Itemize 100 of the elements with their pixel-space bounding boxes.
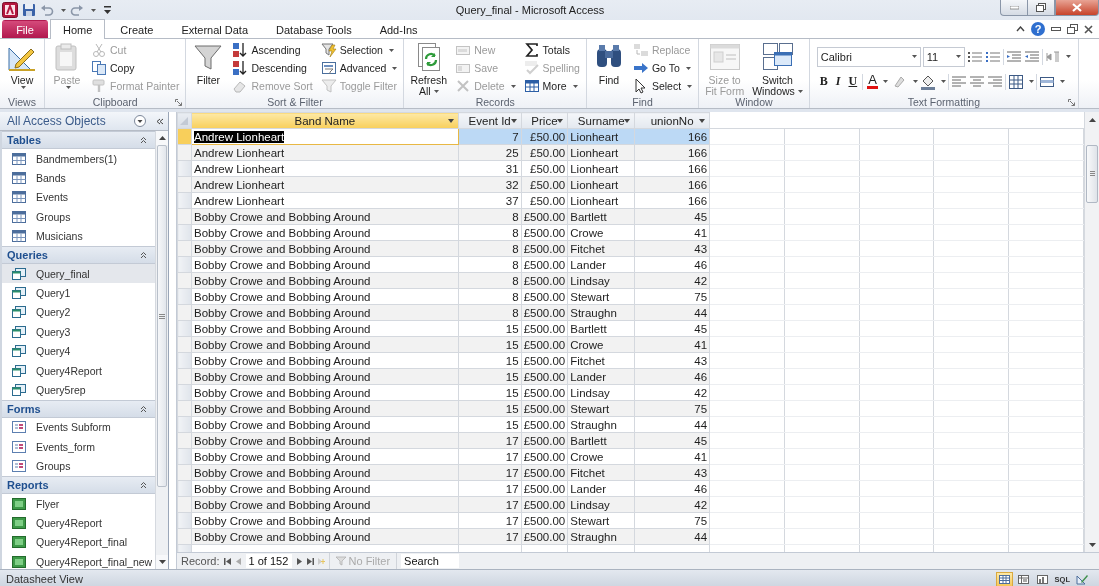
group-header[interactable]: Tables (7, 134, 42, 146)
outdent-icon[interactable] (1005, 48, 1022, 65)
column-header[interactable]: Surname (567, 112, 635, 129)
ribbon-button[interactable]: Find (589, 41, 628, 86)
ribbon-tab[interactable]: Home (50, 19, 106, 39)
nav-item[interactable]: Events (2, 187, 155, 208)
collapse-icon[interactable] (140, 250, 147, 259)
nav-item[interactable]: Query4Report_final_new (2, 552, 155, 569)
maximize-button[interactable] (1027, 0, 1055, 16)
save-icon[interactable] (22, 3, 36, 17)
collapse-pane-icon[interactable] (156, 117, 164, 125)
next-record-icon[interactable] (295, 557, 303, 565)
font-dropdown[interactable]: Calibri (816, 46, 921, 67)
scroll-down-icon[interactable] (158, 560, 166, 564)
nav-item[interactable]: Query5rep (2, 380, 155, 400)
ribbon-button[interactable]: Advanced (317, 59, 401, 77)
nav-item[interactable]: Query3 (2, 322, 155, 342)
nav-item[interactable]: Query4Report (2, 513, 155, 533)
nav-item[interactable]: Groups (2, 456, 155, 476)
nav-item[interactable]: Query2 (2, 302, 155, 323)
restore-icon[interactable] (1067, 24, 1078, 34)
nav-item[interactable]: Query4Report (2, 360, 155, 381)
align-center-icon[interactable] (968, 73, 985, 90)
scroll-up-icon[interactable] (158, 136, 166, 140)
record-position-field[interactable]: 1 of 152 (245, 554, 292, 568)
collapse-icon[interactable] (140, 404, 147, 413)
column-header[interactable]: Price (521, 112, 568, 129)
ribbon-button[interactable]: Copy (88, 59, 183, 77)
app-icon[interactable] (2, 2, 18, 18)
ribbon-button[interactable]: Filter (189, 41, 228, 86)
first-record-icon[interactable] (223, 557, 231, 565)
dialog-launcher-icon[interactable] (175, 99, 183, 106)
nav-item[interactable]: Musicians (2, 226, 155, 246)
align-left-icon[interactable] (950, 73, 967, 90)
ribbon-button[interactable]: Refresh All (407, 41, 451, 97)
new-record-icon[interactable] (317, 557, 325, 565)
ribbon-tab[interactable]: External Data (168, 20, 262, 38)
ribbon-button[interactable]: Totals (520, 41, 583, 59)
size-dropdown[interactable]: 11 (922, 46, 965, 67)
ribbon-button[interactable]: More (520, 77, 583, 95)
caret-icon[interactable] (510, 118, 517, 123)
collapse-ribbon-icon[interactable] (1016, 26, 1025, 32)
undo-icon[interactable] (40, 3, 54, 17)
ribbon-button[interactable]: Selection (317, 41, 401, 59)
customize-icon[interactable] (104, 6, 112, 14)
ribbon-tab[interactable]: Create (107, 20, 167, 38)
paragraph-direction-icon[interactable] (1044, 48, 1061, 65)
redo-icon[interactable] (70, 3, 84, 17)
italic-button[interactable]: I (832, 74, 844, 89)
minimize-icon[interactable] (1051, 27, 1061, 31)
nav-item[interactable]: Bands (2, 168, 155, 188)
bold-button[interactable]: B (816, 74, 831, 89)
dropdown-circle-icon[interactable] (134, 115, 146, 127)
previous-record-icon[interactable] (234, 557, 242, 565)
ribbon-button[interactable]: Descending (229, 59, 316, 77)
nav-item[interactable]: Bandmembers(1) (2, 149, 155, 169)
column-header[interactable]: Event Id (458, 112, 522, 129)
nav-item[interactable]: Query_final (2, 263, 155, 284)
nav-item[interactable]: Query4 (2, 341, 155, 361)
nav-item[interactable]: Events Subform (2, 417, 155, 438)
gridlines-icon[interactable] (1007, 73, 1024, 90)
ribbon-button[interactable]: Switch Windows (749, 41, 806, 97)
caret-icon (572, 84, 578, 88)
close-button[interactable] (1055, 0, 1099, 16)
caret-icon[interactable] (557, 118, 564, 123)
font-color-button[interactable]: A (865, 74, 890, 89)
ribbon-tab[interactable]: Add-Ins (366, 20, 431, 38)
caret-icon[interactable] (624, 118, 631, 123)
caret-icon[interactable] (447, 118, 454, 123)
nav-item[interactable]: Events_form (2, 437, 155, 457)
group-header[interactable]: Reports (7, 478, 49, 491)
fill-bucket-icon[interactable] (919, 73, 936, 90)
collapse-icon[interactable] (140, 480, 147, 489)
indent-icon[interactable] (1023, 48, 1040, 65)
caret-icon[interactable] (699, 118, 706, 123)
column-header[interactable]: unionNo (634, 112, 710, 129)
close-icon[interactable] (1084, 24, 1093, 34)
datasheet-view-button[interactable] (995, 571, 1013, 586)
ribbon-button[interactable]: Ascending (229, 41, 316, 59)
nav-item[interactable]: Flyer (2, 493, 155, 514)
nav-item[interactable]: Query4Report_final (2, 532, 155, 553)
last-record-icon[interactable] (306, 557, 314, 565)
ribbon-button[interactable]: View (3, 41, 41, 91)
group-header[interactable]: Forms (7, 402, 41, 415)
scroll-up-icon[interactable] (1088, 117, 1096, 122)
search-field[interactable]: Search (401, 554, 460, 568)
group-header[interactable]: Queries (7, 248, 48, 261)
dialog-launcher-icon[interactable] (1067, 99, 1075, 106)
column-header[interactable]: Band Name (191, 112, 459, 129)
ribbon-button[interactable]: Select (629, 77, 696, 95)
ribbon-tab[interactable]: Database Tools (263, 20, 365, 38)
help-button[interactable]: ? (1031, 22, 1045, 36)
collapse-icon[interactable] (140, 136, 147, 144)
file-tab[interactable]: File (2, 20, 48, 38)
scroll-down-icon[interactable] (1088, 542, 1096, 547)
nav-item[interactable]: Groups (2, 207, 155, 227)
nav-item[interactable]: Query1 (2, 283, 155, 303)
underline-button[interactable]: U (845, 74, 861, 89)
ribbon-button[interactable]: Go To (629, 59, 696, 77)
table-cell[interactable]: Andrew Lionheart (194, 130, 285, 143)
